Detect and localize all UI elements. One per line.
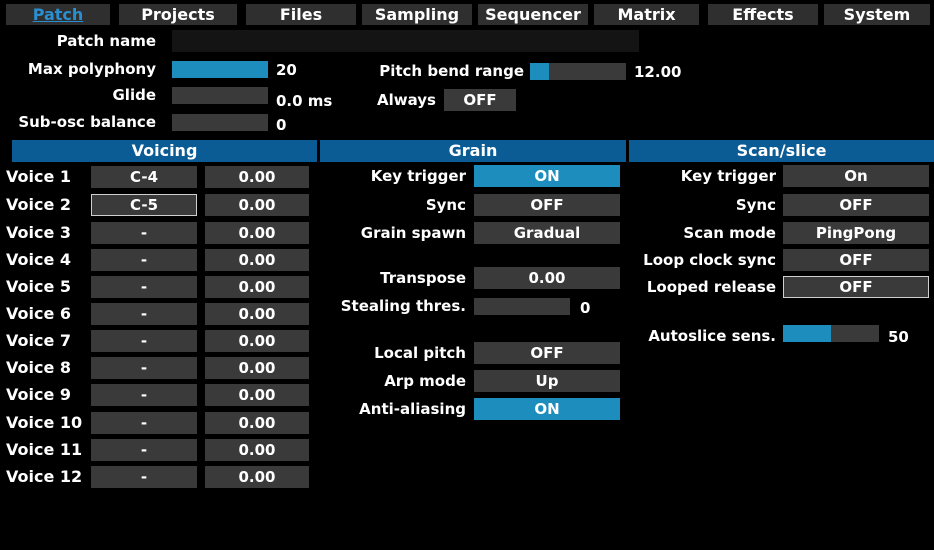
local-pitch-toggle[interactable]: OFF [474,342,620,364]
loop-clock-sync-toggle[interactable]: OFF [783,249,929,271]
antialias-label: Anti-aliasing [359,400,466,418]
voice-value-field[interactable]: 0.00 [205,222,309,244]
voice-label: Voice 3 [6,223,72,242]
glide-slider[interactable] [172,87,268,104]
pitch-bend-label: Pitch bend range [379,62,524,80]
autoslice-value: 50 [888,328,909,346]
voice-value-field[interactable]: 0.00 [205,303,309,325]
grain-spawn-select[interactable]: Gradual [474,222,620,244]
patch-name-field[interactable] [172,30,639,52]
voice-note-field[interactable]: - [91,357,197,379]
scan-key-trigger-toggle[interactable]: On [783,165,929,187]
voice-label: Voice 2 [6,195,72,214]
subosc-slider[interactable] [172,114,268,131]
loop-clock-sync-label: Loop clock sync [643,251,776,269]
grain-key-trigger-toggle[interactable]: ON [474,165,620,187]
tab-effects[interactable]: Effects [708,4,818,25]
voice-note-field[interactable]: - [91,439,197,461]
tab-files[interactable]: Files [246,4,356,25]
voice-note-field[interactable]: - [91,412,197,434]
voice-label: Voice 12 [6,467,83,486]
scan-sync-toggle[interactable]: OFF [783,194,929,216]
voice-label: Voice 7 [6,331,72,350]
autoslice-slider[interactable] [783,325,879,342]
tab-system[interactable]: System [824,4,930,25]
local-pitch-label: Local pitch [374,344,466,362]
voice-note-field[interactable]: - [91,249,197,271]
max-polyphony-fill [172,61,268,78]
autoslice-fill [783,325,831,342]
voice-value-field[interactable]: 0.00 [205,166,309,188]
always-label: Always [377,91,436,109]
voice-note-field[interactable]: C-4 [91,166,197,188]
grain-spawn-label: Grain spawn [360,224,466,242]
scan-mode-select[interactable]: PingPong [783,222,929,244]
grain-sync-toggle[interactable]: OFF [474,194,620,216]
voice-note-field[interactable]: - [91,466,197,488]
looped-release-label: Looped release [646,278,776,296]
max-polyphony-value: 20 [276,61,297,79]
voice-label: Voice 6 [6,304,72,323]
voice-label: Voice 9 [6,385,72,404]
pitch-bend-fill [530,63,550,80]
arp-mode-label: Arp mode [384,372,466,390]
voice-value-field[interactable]: 0.00 [205,249,309,271]
tab-sampling[interactable]: Sampling [362,4,472,25]
looped-release-toggle[interactable]: OFF [783,276,929,298]
voice-value-field[interactable]: 0.00 [205,466,309,488]
antialias-toggle[interactable]: ON [474,398,620,420]
tab-sequencer[interactable]: Sequencer [478,4,588,25]
transpose-field[interactable]: 0.00 [474,267,620,289]
voice-value-field[interactable]: 0.00 [205,276,309,298]
voice-value-field[interactable]: 0.00 [205,384,309,406]
grain-sync-label: Sync [425,196,466,214]
voice-note-field[interactable]: - [91,330,197,352]
tab-projects[interactable]: Projects [119,4,237,25]
voicing-header: Voicing [12,140,317,162]
voice-label: Voice 8 [6,358,72,377]
voice-note-field[interactable]: - [91,384,197,406]
voice-label: Voice 5 [6,277,72,296]
stealing-value: 0 [580,299,591,317]
patch-name-label: Patch name [56,32,156,50]
glide-value: 0.0 ms [276,92,333,110]
grain-key-trigger-label: Key trigger [370,167,466,185]
arp-mode-select[interactable]: Up [474,370,620,392]
voice-value-field[interactable]: 0.00 [205,439,309,461]
voice-label: Voice 1 [6,167,72,186]
voice-value-field[interactable]: 0.00 [205,330,309,352]
voice-note-field[interactable]: - [91,276,197,298]
always-toggle[interactable]: OFF [444,89,516,111]
voice-note-field[interactable]: - [91,303,197,325]
voice-value-field[interactable]: 0.00 [205,412,309,434]
tab-matrix[interactable]: Matrix [594,4,699,25]
stealing-slider[interactable] [474,298,570,315]
subosc-value: 0 [276,116,287,134]
grain-header: Grain [320,140,626,162]
voice-label: Voice 4 [6,250,72,269]
voice-value-field[interactable]: 0.00 [205,194,309,216]
scan-sync-label: Sync [735,196,776,214]
pitch-bend-slider[interactable] [530,63,626,80]
pitch-bend-value: 12.00 [634,63,682,81]
voice-note-field[interactable]: - [91,222,197,244]
transpose-label: Transpose [380,269,466,287]
scan-mode-label: Scan mode [683,224,776,242]
stealing-label: Stealing thres. [340,297,466,315]
voice-label: Voice 10 [6,413,83,432]
subosc-label: Sub-osc balance [18,113,156,131]
scan-key-trigger-label: Key trigger [680,167,776,185]
voice-note-field[interactable]: C-5 [91,194,197,216]
glide-label: Glide [112,86,156,104]
tab-patch[interactable]: Patch [6,4,110,25]
voice-value-field[interactable]: 0.00 [205,357,309,379]
scan-header: Scan/slice [629,140,934,162]
autoslice-label: Autoslice sens. [648,327,776,345]
voice-label: Voice 11 [6,440,83,459]
max-polyphony-slider[interactable] [172,61,268,78]
max-polyphony-label: Max polyphony [27,60,156,78]
